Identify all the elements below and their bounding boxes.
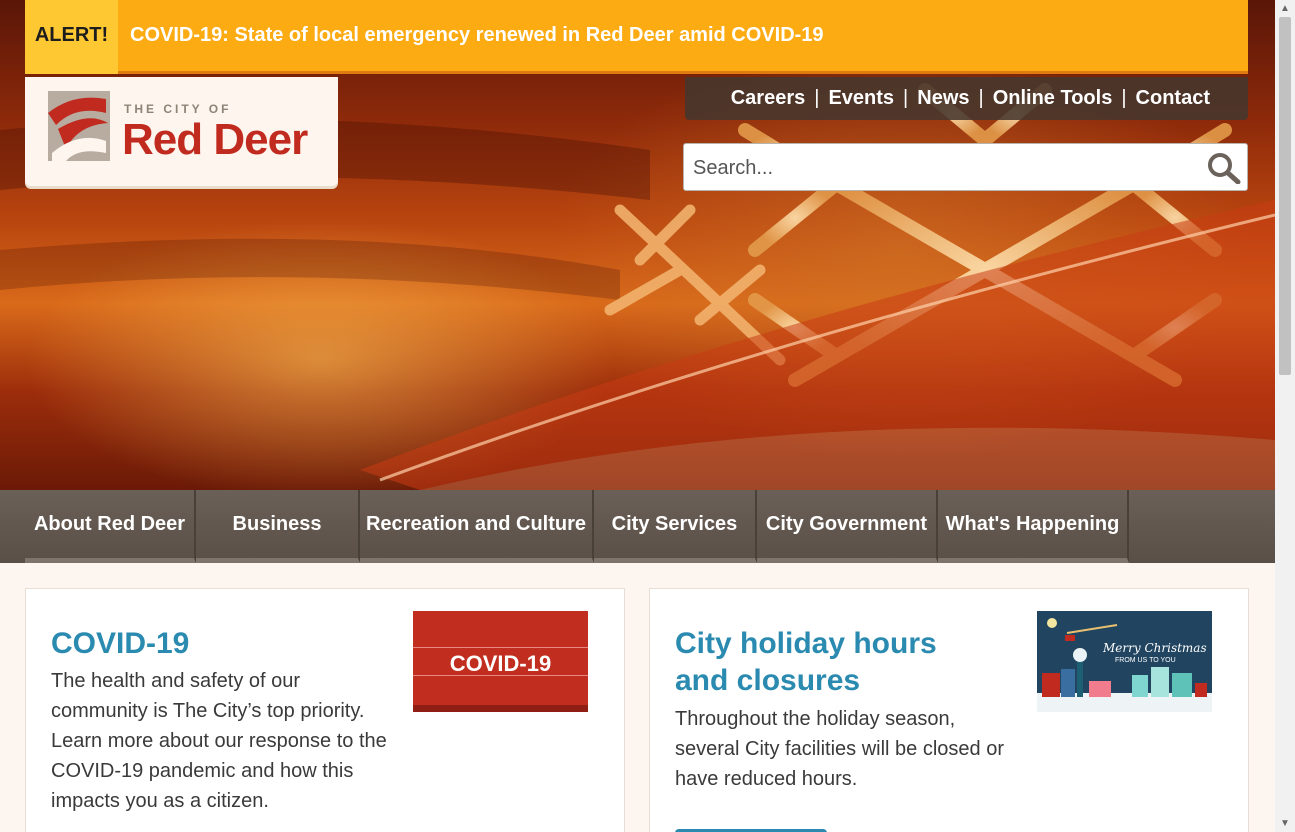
nav-item-city-services[interactable]: City Services xyxy=(594,490,757,563)
separator: | xyxy=(903,87,909,109)
top-links-bar: Careers | Events | News | Online Tools |… xyxy=(685,77,1248,120)
search-icon[interactable] xyxy=(1207,152,1241,184)
logo-small-text: THE CITY OF xyxy=(124,102,232,116)
divider xyxy=(413,647,588,648)
red-deer-logo-icon xyxy=(48,91,110,161)
alert-banner[interactable]: ALERT! COVID-19: State of local emergenc… xyxy=(25,0,1248,74)
thumbnail-subtext: FROM US TO YOU xyxy=(1115,657,1176,664)
covid-thumbnail[interactable]: COVID-19 xyxy=(413,611,588,712)
card-title[interactable]: COVID-19 xyxy=(51,625,189,662)
search-box xyxy=(683,143,1248,192)
top-link-contact[interactable]: Contact xyxy=(1136,87,1210,110)
separator: | xyxy=(814,87,820,109)
top-link-online-tools[interactable]: Online Tools xyxy=(993,87,1113,110)
nav-item-business[interactable]: Business xyxy=(196,490,360,563)
nav-item-city-government[interactable]: City Government xyxy=(757,490,938,563)
holiday-thumbnail[interactable]: Merry Christmas FROM US TO YOU xyxy=(1037,611,1212,712)
nav-item-whats-happening[interactable]: What's Happening xyxy=(938,490,1129,563)
scrollbar-thumb[interactable] xyxy=(1279,17,1291,375)
alert-message-link[interactable]: COVID-19: State of local emergency renew… xyxy=(130,0,824,70)
logo-big-text: Red Deer xyxy=(122,115,308,164)
card-body: Throughout the holiday season, several C… xyxy=(675,708,1005,790)
search-input[interactable] xyxy=(684,144,1205,192)
scroll-down-arrow-icon[interactable]: ▼ xyxy=(1275,815,1295,832)
top-link-careers[interactable]: Careers xyxy=(731,87,806,110)
thumbnail-bar xyxy=(413,705,588,712)
top-link-events[interactable]: Events xyxy=(828,87,894,110)
site-logo[interactable]: THE CITY OF Red Deer xyxy=(25,77,338,186)
top-link-news[interactable]: News xyxy=(917,87,969,110)
thumbnail-greeting: Merry Christmas xyxy=(1103,641,1207,655)
news-card-holiday-hours[interactable]: City holiday hours and closures Througho… xyxy=(649,588,1249,832)
page: ALERT! COVID-19: State of local emergenc… xyxy=(0,0,1275,832)
separator: | xyxy=(978,87,984,109)
news-card-covid[interactable]: COVID-19 The health and safety of our co… xyxy=(25,588,625,832)
page-scrollbar[interactable]: ▲ ▼ xyxy=(1275,0,1295,832)
main-nav-list: About Red Deer Business Recreation and C… xyxy=(25,490,1129,563)
card-body: The health and safety of our community i… xyxy=(51,670,387,812)
alert-label: ALERT! xyxy=(25,0,118,74)
separator: | xyxy=(1121,87,1127,109)
nav-item-recreation-and-culture[interactable]: Recreation and Culture xyxy=(360,490,594,563)
main-navigation: About Red Deer Business Recreation and C… xyxy=(0,490,1275,563)
nav-item-about-red-deer[interactable]: About Red Deer xyxy=(25,490,196,563)
thumbnail-text: COVID-19 xyxy=(449,651,552,676)
scroll-up-arrow-icon[interactable]: ▲ xyxy=(1275,0,1295,17)
card-title[interactable]: City holiday hours and closures xyxy=(675,625,995,699)
